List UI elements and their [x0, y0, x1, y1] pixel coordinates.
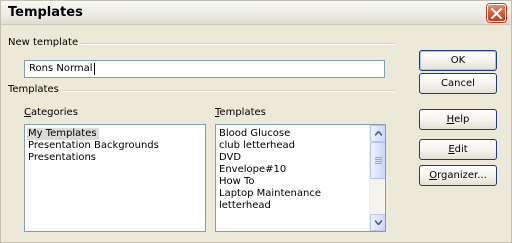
templates-label-rest: emplates [219, 107, 266, 118]
templates-group-divider [63, 90, 395, 92]
text-caret [93, 63, 95, 75]
template-name-input[interactable]: Rons Normal [24, 60, 385, 78]
categories-label-rest: ategories [30, 107, 78, 118]
template-item[interactable]: letterhead [218, 200, 273, 212]
category-item[interactable]: My Templates [27, 128, 99, 140]
templates-dialog: Templates New template Rons Normal Templ… [0, 0, 512, 243]
categories-list[interactable]: My Templates Presentation Backgrounds Pr… [24, 124, 206, 232]
close-button[interactable] [487, 4, 506, 22]
template-item[interactable]: DVD [218, 152, 243, 164]
dialog-title: Templates [8, 5, 83, 20]
organizer-rest: rganizer... [437, 170, 487, 181]
categories-label-accel: C [24, 107, 31, 118]
templates-list[interactable]: Blood Glucose club letterhead DVD Envelo… [215, 124, 386, 232]
thumb-grip [375, 161, 382, 162]
organizer-button[interactable]: Organizer... [419, 165, 497, 186]
new-template-group-label: New template [8, 37, 83, 48]
title-bar[interactable]: Templates [1, 1, 511, 25]
templates-scrollbar[interactable] [369, 125, 385, 231]
scroll-thumb[interactable] [370, 142, 385, 179]
help-accel: H [446, 114, 455, 125]
help-button[interactable]: Help [419, 109, 497, 130]
template-name-value: Rons Normal [29, 63, 93, 74]
template-item[interactable]: club letterhead [218, 140, 297, 152]
thumb-grip [375, 157, 382, 158]
edit-button[interactable]: Edit [419, 139, 497, 160]
arrow-down-icon [375, 220, 382, 225]
help-rest: elp [454, 114, 470, 125]
template-item[interactable]: Envelope#10 [218, 164, 288, 176]
organizer-accel: O [429, 170, 438, 181]
thumb-grip [375, 163, 382, 164]
scroll-up-button[interactable] [370, 125, 385, 142]
template-item[interactable]: Laptop Maintenance [218, 188, 323, 200]
templates-label: Templates [215, 107, 266, 118]
cancel-button[interactable]: Cancel [419, 73, 497, 94]
templates-group-label: Templates [8, 84, 63, 95]
category-item[interactable]: Presentation Backgrounds [27, 140, 161, 152]
thumb-grip [375, 159, 382, 160]
template-item[interactable]: How To [218, 176, 257, 188]
template-item[interactable]: Blood Glucose [218, 128, 292, 140]
scroll-down-button[interactable] [370, 214, 385, 231]
close-icon [491, 8, 502, 19]
ok-button[interactable]: OK [419, 50, 497, 71]
category-item[interactable]: Presentations [27, 152, 98, 164]
edit-rest: dit [454, 144, 468, 155]
categories-label: Categories [24, 107, 78, 118]
new-template-group-divider [81, 43, 395, 45]
arrow-up-icon [375, 131, 382, 136]
